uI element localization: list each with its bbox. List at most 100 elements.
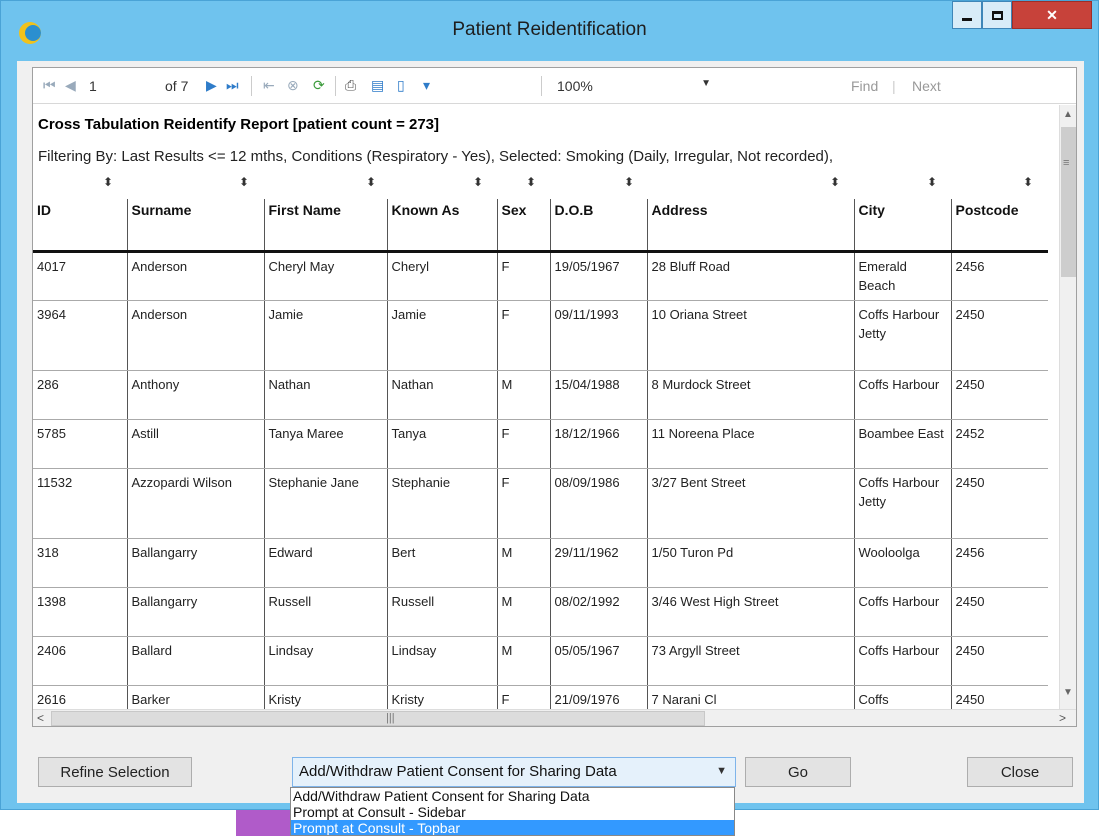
sort-icon[interactable]: ⬍ [366,175,376,189]
dropdown-option[interactable]: Prompt at Consult - Sidebar [291,804,734,820]
sort-icon[interactable]: ⬍ [473,175,483,189]
first-page-icon[interactable]: ⏮ [43,77,56,94]
toolbar-separator [335,76,336,96]
column-header[interactable]: Sex [496,199,550,253]
report-viewer: ⏮ ◀ 1 of 7 ▶ ⏭ ⇤ ⊗ ⟳ ⎙ ▤ ▯ ▾ 100% ▼ Find… [32,67,1077,727]
scroll-right-icon[interactable]: > [1059,711,1066,725]
patient-table: ID Surname First Name Known As Sex D.O.B… [33,199,1048,709]
table-row[interactable]: 2616 Barker Kristy Kristy F 21/09/1976 7 Naran… [33,685,1048,709]
scroll-left-icon[interactable]: < [37,711,44,725]
sort-icon[interactable]: ⬍ [239,175,249,189]
table-cell: 2406 [33,636,127,686]
table-cell: 4017 [33,251,127,301]
background-window-fragment [236,810,296,836]
chevron-down-icon: ▼ [716,765,727,777]
table-cell: 2456 [950,251,1048,301]
sort-icon[interactable]: ⬍ [1023,175,1033,189]
column-header[interactable]: Known As [386,199,497,253]
go-button[interactable]: Go [745,757,851,787]
stop-icon[interactable]: ⊗ [287,77,299,94]
close-window-button[interactable]: ✕ [1012,1,1092,29]
table-cell: 08/09/1986 [549,468,647,539]
column-header[interactable]: Postcode [950,199,1048,253]
refine-selection-button[interactable]: Refine Selection [38,757,192,787]
zoom-select[interactable]: 100% ▼ [551,74,721,98]
table-cell: Ballangarry [126,538,264,588]
column-header[interactable]: D.O.B [549,199,647,253]
table-cell: Cheryl May [263,251,387,301]
table-row[interactable]: 318 Ballangarry Edward Bert M 29/11/1962 1/50 … [33,538,1048,588]
close-button[interactable]: Close [967,757,1073,787]
sort-controls: ⬍ ⬍ ⬍ ⬍ ⬍ ⬍ ⬍ ⬍ ⬍ [33,175,1058,191]
report-title: Cross Tabulation Reidentify Report [pati… [38,116,440,133]
table-cell: Boambee East [853,419,951,469]
table-cell: Jamie [263,300,387,371]
table-cell: Anthony [126,370,264,420]
column-header[interactable]: ID [33,199,127,253]
table-cell: Bert [386,538,497,588]
table-row[interactable]: 286 Anthony Nathan Nathan M 15/04/1988 8 Murdo… [33,370,1048,420]
sort-icon[interactable]: ⬍ [624,175,634,189]
table-cell: 28 Bluff Road [646,251,854,301]
table-row[interactable]: 2406 Ballard Lindsay Lindsay M 05/05/1967 73 A… [33,636,1048,686]
table-cell: Russell [263,587,387,637]
scroll-thumb[interactable] [1061,127,1076,277]
sort-icon[interactable]: ⬍ [103,175,113,189]
title-bar[interactable]: Patient Reidentification ✕ [1,1,1098,61]
consent-action-select[interactable]: Add/Withdraw Patient Consent for Sharing… [292,757,736,787]
sort-icon[interactable]: ⬍ [927,175,937,189]
page-setup-icon[interactable]: ▯ [397,77,405,94]
back-icon[interactable]: ⇤ [263,77,275,94]
sort-icon[interactable]: ⬍ [526,175,536,189]
table-row[interactable]: 4017 Anderson Cheryl May Cheryl F 19/05/1967 2… [33,251,1048,301]
export-icon[interactable]: ▾ [423,77,430,94]
table-cell: 3/27 Bent Street [646,468,854,539]
table-row[interactable]: 3964 Anderson Jamie Jamie F 09/11/1993 10 Oria… [33,300,1048,371]
table-cell: Coffs Harbour [853,370,951,420]
sort-icon[interactable]: ⬍ [830,175,840,189]
print-layout-icon[interactable]: ▤ [371,77,384,94]
table-cell: Coffs Harbour Jetty [853,468,951,539]
table-cell: 19/05/1967 [549,251,647,301]
table-row[interactable]: 5785 Astill Tanya Maree Tanya F 18/12/1966 11 … [33,419,1048,469]
table-cell: Stephanie Jane [263,468,387,539]
next-link[interactable]: Next [912,78,941,94]
maximize-button[interactable] [982,1,1012,29]
column-header[interactable]: Surname [126,199,264,253]
dropdown-option[interactable]: Add/Withdraw Patient Consent for Sharing… [291,788,734,804]
report-filter: Filtering By: Last Results <= 12 mths, C… [38,148,834,165]
refresh-icon[interactable]: ⟳ [313,77,325,94]
column-header[interactable]: First Name [263,199,387,253]
scroll-down-icon[interactable]: ▼ [1063,687,1073,698]
scroll-thumb[interactable]: ||| [51,711,705,726]
scroll-up-icon[interactable]: ▲ [1063,109,1073,120]
table-cell: 10 Oriana Street [646,300,854,371]
last-page-icon[interactable]: ⏭ [226,77,239,94]
table-cell: 18/12/1966 [549,419,647,469]
table-cell: Azzopardi Wilson [126,468,264,539]
minimize-button[interactable] [952,1,982,29]
prev-page-icon[interactable]: ◀ [65,77,76,94]
table-cell: 8 Murdock Street [646,370,854,420]
page-number-input[interactable]: 1 [89,78,97,94]
print-icon[interactable]: ⎙ [345,77,356,94]
dropdown-option-highlighted[interactable]: Prompt at Consult - Topbar [291,820,734,835]
table-row[interactable]: 11532 Azzopardi Wilson Stephanie Jane Steph… [33,468,1048,539]
column-header[interactable]: City [853,199,951,253]
horizontal-scrollbar[interactable]: < ||| > [33,709,1076,726]
table-cell: Ballangarry [126,587,264,637]
table-cell: Coffs [853,685,951,709]
consent-action-dropdown[interactable]: Add/Withdraw Patient Consent for Sharing… [290,787,735,836]
table-cell: 09/11/1993 [549,300,647,371]
table-row[interactable]: 1398 Ballangarry Russell Russell M 08/02/1992… [33,587,1048,637]
column-header[interactable]: Address [646,199,854,253]
next-page-icon[interactable]: ▶ [206,77,217,94]
vertical-scrollbar[interactable]: ▲ ≡ ▼ [1059,105,1076,709]
table-cell: Kristy [386,685,497,709]
find-link[interactable]: Find [851,78,878,94]
table-cell: Cheryl [386,251,497,301]
table-cell: 1398 [33,587,127,637]
table-cell: 318 [33,538,127,588]
table-cell: 3/46 West High Street [646,587,854,637]
table-cell: Russell [386,587,497,637]
